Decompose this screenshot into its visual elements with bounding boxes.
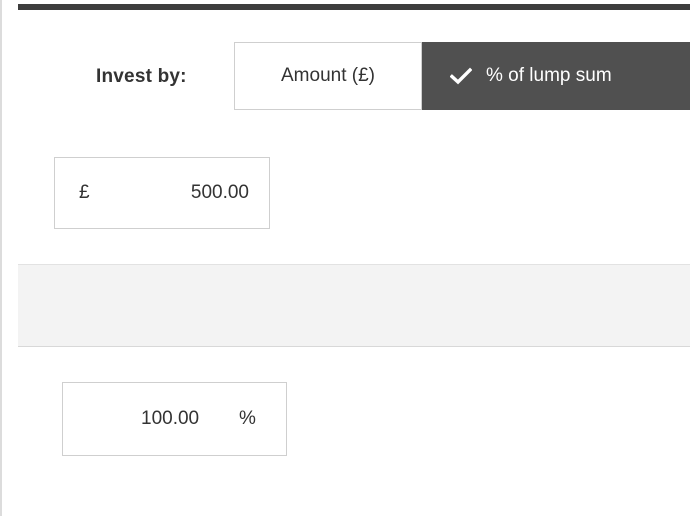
percent-toggle-label: % of lump sum <box>486 65 612 86</box>
investment-panel: Invest by: Amount (£) % of lump sum £ 50… <box>0 0 690 516</box>
left-divider <box>0 0 2 516</box>
percent-toggle-button[interactable]: % of lump sum <box>422 42 690 110</box>
amount-input[interactable]: £ 500.00 <box>54 157 270 229</box>
invest-by-toggle: Amount (£) % of lump sum <box>234 42 690 110</box>
check-icon <box>449 67 473 85</box>
top-bar <box>18 4 690 10</box>
invest-by-label: Invest by: <box>96 66 187 87</box>
amount-value[interactable]: 500.00 <box>191 182 249 204</box>
currency-prefix: £ <box>79 182 90 203</box>
section-band <box>18 264 690 347</box>
percent-input[interactable]: 100.00 % <box>62 382 287 456</box>
amount-toggle-label: Amount (£) <box>281 65 375 86</box>
amount-toggle-button[interactable]: Amount (£) <box>234 42 422 110</box>
percent-value[interactable]: 100.00 <box>141 408 199 430</box>
percent-suffix: % <box>239 408 256 429</box>
